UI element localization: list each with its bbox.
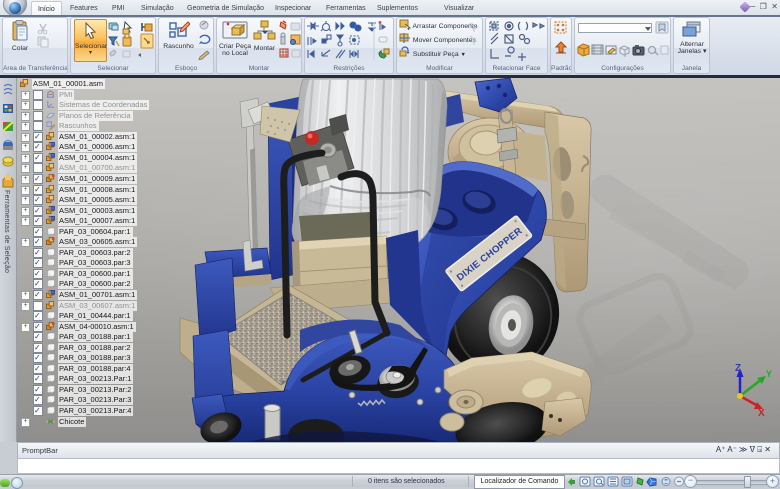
svg-text:Z: Z: [735, 363, 741, 374]
svg-text:X: X: [758, 408, 765, 419]
svg-text:Y: Y: [766, 369, 772, 379]
